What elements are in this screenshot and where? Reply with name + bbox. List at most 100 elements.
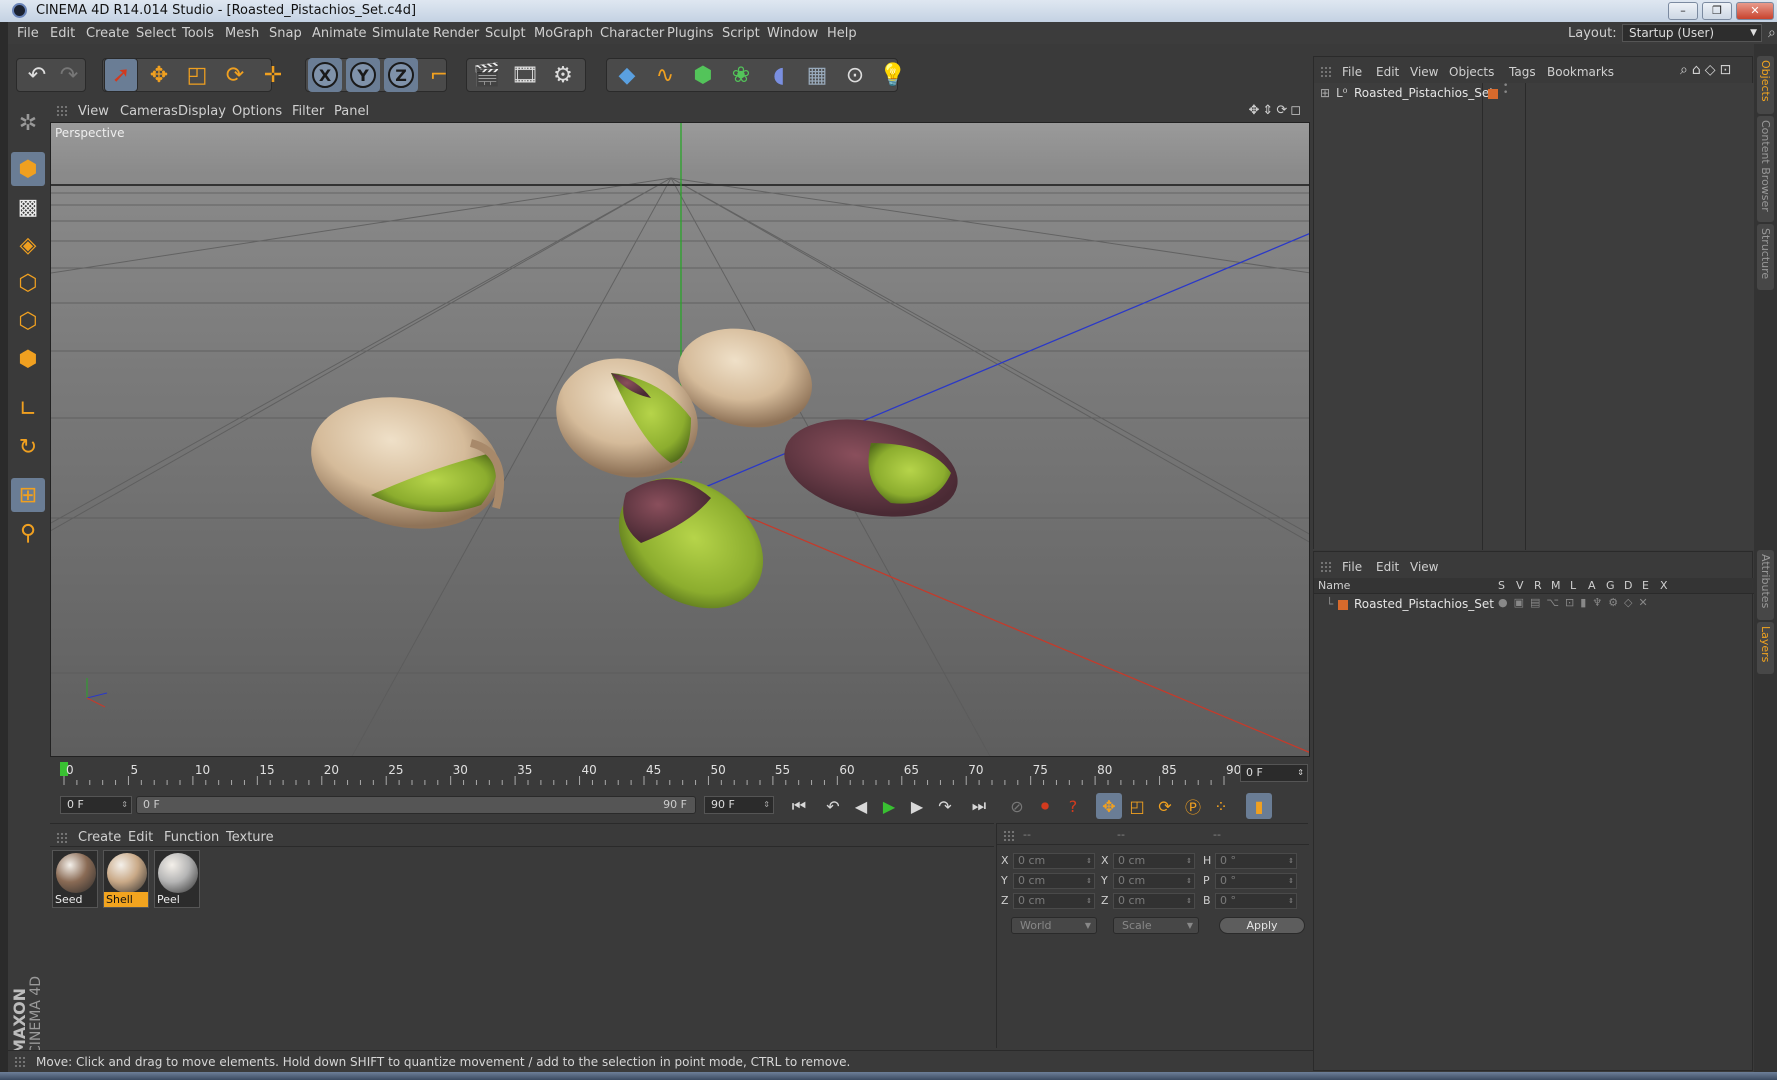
rotation-b-field[interactable]: 0 ° ⇕: [1215, 893, 1297, 909]
material-menu-edit[interactable]: Edit: [128, 830, 153, 845]
menu-mesh[interactable]: Mesh: [225, 26, 259, 41]
perspective-viewport[interactable]: Perspective: [50, 122, 1310, 757]
frame-range-slider[interactable]: 0 F 90 F: [136, 796, 696, 814]
coordinate-system-icon[interactable]: ⌐: [422, 58, 456, 92]
redo-icon[interactable]: ↷: [52, 58, 86, 92]
panel-grip[interactable]: [1320, 561, 1332, 573]
axis-y-icon[interactable]: Y: [346, 58, 380, 92]
timeline-window-icon[interactable]: ▮: [1246, 793, 1272, 819]
column-solo[interactable]: S: [1498, 579, 1505, 592]
object-menu-edit[interactable]: Edit: [1376, 65, 1399, 79]
material-menu-function[interactable]: Function: [164, 830, 219, 845]
column-view[interactable]: V: [1516, 579, 1524, 592]
floor-icon[interactable]: ▦: [800, 58, 834, 92]
make-editable-icon[interactable]: ✲: [11, 106, 45, 140]
record-scale-icon[interactable]: ◰: [1124, 793, 1150, 819]
apply-button[interactable]: Apply: [1219, 917, 1305, 934]
material-menu-texture[interactable]: Texture: [226, 830, 274, 845]
end-frame-field[interactable]: 90 F ⇕: [704, 796, 774, 814]
layer-toggle-icons[interactable]: ●▣▤⌥⊡▮♆⚙◇✕: [1498, 596, 1654, 609]
axis-mode-icon[interactable]: ∟: [11, 392, 45, 426]
timeline-ruler[interactable]: 0 5 10 15 20 25 30 35 40 45 50 55 60 65 70 75 80 85 90 0 F…: [50, 758, 1310, 788]
texture-mode-icon[interactable]: ▩: [11, 190, 45, 224]
object-list[interactable]: ⊞ L⁰ Roasted_Pistachios_Set • •: [1314, 82, 1754, 550]
record-point-level-icon[interactable]: ⁘: [1208, 793, 1234, 819]
timeline-track[interactable]: 0 5 10 15 20 25 30 35 40 45 50 55 60 65 70 75 80 85 90: [60, 758, 1241, 786]
current-frame-field[interactable]: 0 F ⇕: [1240, 764, 1308, 782]
column-render[interactable]: R: [1534, 579, 1542, 592]
start-frame-field[interactable]: 0 F ⇕: [60, 796, 132, 814]
autokey-icon[interactable]: ⏺: [1032, 793, 1058, 819]
axis-x-icon[interactable]: X: [308, 58, 342, 92]
menu-character[interactable]: Character: [600, 26, 664, 41]
enable-snap-icon[interactable]: ⚲: [11, 516, 45, 550]
light-icon[interactable]: 💡: [876, 58, 910, 92]
tab-layers[interactable]: Layers: [1757, 622, 1774, 674]
menu-simulate[interactable]: Simulate: [372, 26, 429, 41]
position-x-field[interactable]: 0 cm ⇕: [1013, 853, 1095, 869]
layer-color-swatch[interactable]: [1338, 600, 1348, 610]
viewport-menu-cameras[interactable]: Cameras: [120, 104, 178, 119]
column-manager[interactable]: M: [1551, 579, 1561, 592]
previous-frame-icon[interactable]: ◀: [848, 793, 874, 819]
menu-file[interactable]: File: [17, 26, 39, 41]
viewport-menu-display[interactable]: Display: [178, 104, 226, 119]
camera-icon[interactable]: ⊙: [838, 58, 872, 92]
minimize-button[interactable]: –: [1668, 2, 1698, 20]
edges-mode-icon[interactable]: ⬡: [11, 304, 45, 338]
object-menu-file[interactable]: File: [1342, 65, 1362, 79]
size-y-field[interactable]: 0 cm ⇕: [1113, 873, 1195, 889]
menu-snap[interactable]: Snap: [269, 26, 302, 41]
tab-objects[interactable]: Objects: [1757, 56, 1774, 114]
rotate-icon[interactable]: ⟳: [218, 58, 252, 92]
layer-menu-file[interactable]: File: [1342, 560, 1362, 574]
go-to-start-icon[interactable]: ⏮: [786, 793, 812, 819]
panel-grip[interactable]: [56, 832, 68, 844]
material-shell[interactable]: Shell: [103, 850, 149, 908]
rotation-p-field[interactable]: 0 ° ⇕: [1215, 873, 1297, 889]
menu-create[interactable]: Create: [86, 26, 129, 41]
position-z-field[interactable]: 0 cm ⇕: [1013, 893, 1095, 909]
tab-structure[interactable]: Structure: [1757, 224, 1774, 290]
record-parameter-icon[interactable]: Ⓟ: [1180, 793, 1206, 819]
add-object-icon[interactable]: ✛: [256, 58, 290, 92]
material-peel[interactable]: Peel: [154, 850, 200, 908]
menu-animate[interactable]: Animate: [312, 26, 366, 41]
transform-mode-dropdown[interactable]: Scale ▼: [1113, 917, 1199, 934]
menu-window[interactable]: Window: [767, 26, 818, 41]
menu-plugins[interactable]: Plugins: [667, 26, 714, 41]
menu-edit[interactable]: Edit: [50, 26, 75, 41]
record-position-icon[interactable]: ✥: [1096, 793, 1122, 819]
size-x-field[interactable]: 0 cm ⇕: [1113, 853, 1195, 869]
points-mode-icon[interactable]: ⬡: [11, 266, 45, 300]
column-xrefs[interactable]: X: [1660, 579, 1668, 592]
expand-icon[interactable]: ⊞: [1320, 86, 1330, 100]
object-menu-objects[interactable]: Objects: [1449, 65, 1494, 79]
search-icon[interactable]: ⌕: [1768, 25, 1776, 41]
viewport-menu-options[interactable]: Options: [232, 104, 282, 119]
nurbs-icon[interactable]: ⬢: [686, 58, 720, 92]
restore-button[interactable]: ❐: [1702, 2, 1732, 20]
snap-icon[interactable]: ⊞: [11, 478, 45, 512]
object-menu-view[interactable]: View: [1410, 65, 1438, 79]
move-icon[interactable]: ✥: [142, 58, 176, 92]
cube-primitive-icon[interactable]: ◆: [610, 58, 644, 92]
viewport-menu-filter[interactable]: Filter: [292, 104, 324, 119]
workplane-mode-icon[interactable]: ◈: [11, 228, 45, 262]
layer-menu-view[interactable]: View: [1410, 560, 1438, 574]
spline-icon[interactable]: ∿: [648, 58, 682, 92]
layer-color-swatch[interactable]: [1488, 89, 1498, 99]
render-view-icon[interactable]: 🎬: [470, 58, 504, 92]
play-icon[interactable]: ▶: [876, 793, 902, 819]
tab-attributes[interactable]: Attributes: [1757, 550, 1774, 620]
coordinate-mode-dropdown[interactable]: World ▼: [1011, 917, 1097, 934]
panel-grip[interactable]: [1003, 830, 1015, 842]
material-seed[interactable]: Seed: [52, 850, 98, 908]
layout-dropdown[interactable]: Startup (User) ▼: [1622, 24, 1762, 42]
menu-mograph[interactable]: MoGraph: [534, 26, 593, 41]
polygons-mode-icon[interactable]: ⬢: [11, 342, 45, 376]
object-manager-search-icon[interactable]: ⌕⌂◇⊡: [1680, 62, 1735, 78]
column-deformers[interactable]: D: [1624, 579, 1632, 592]
record-rotation-icon[interactable]: ⟳: [1152, 793, 1178, 819]
record-active-objects-icon[interactable]: ⊘: [1004, 793, 1030, 819]
